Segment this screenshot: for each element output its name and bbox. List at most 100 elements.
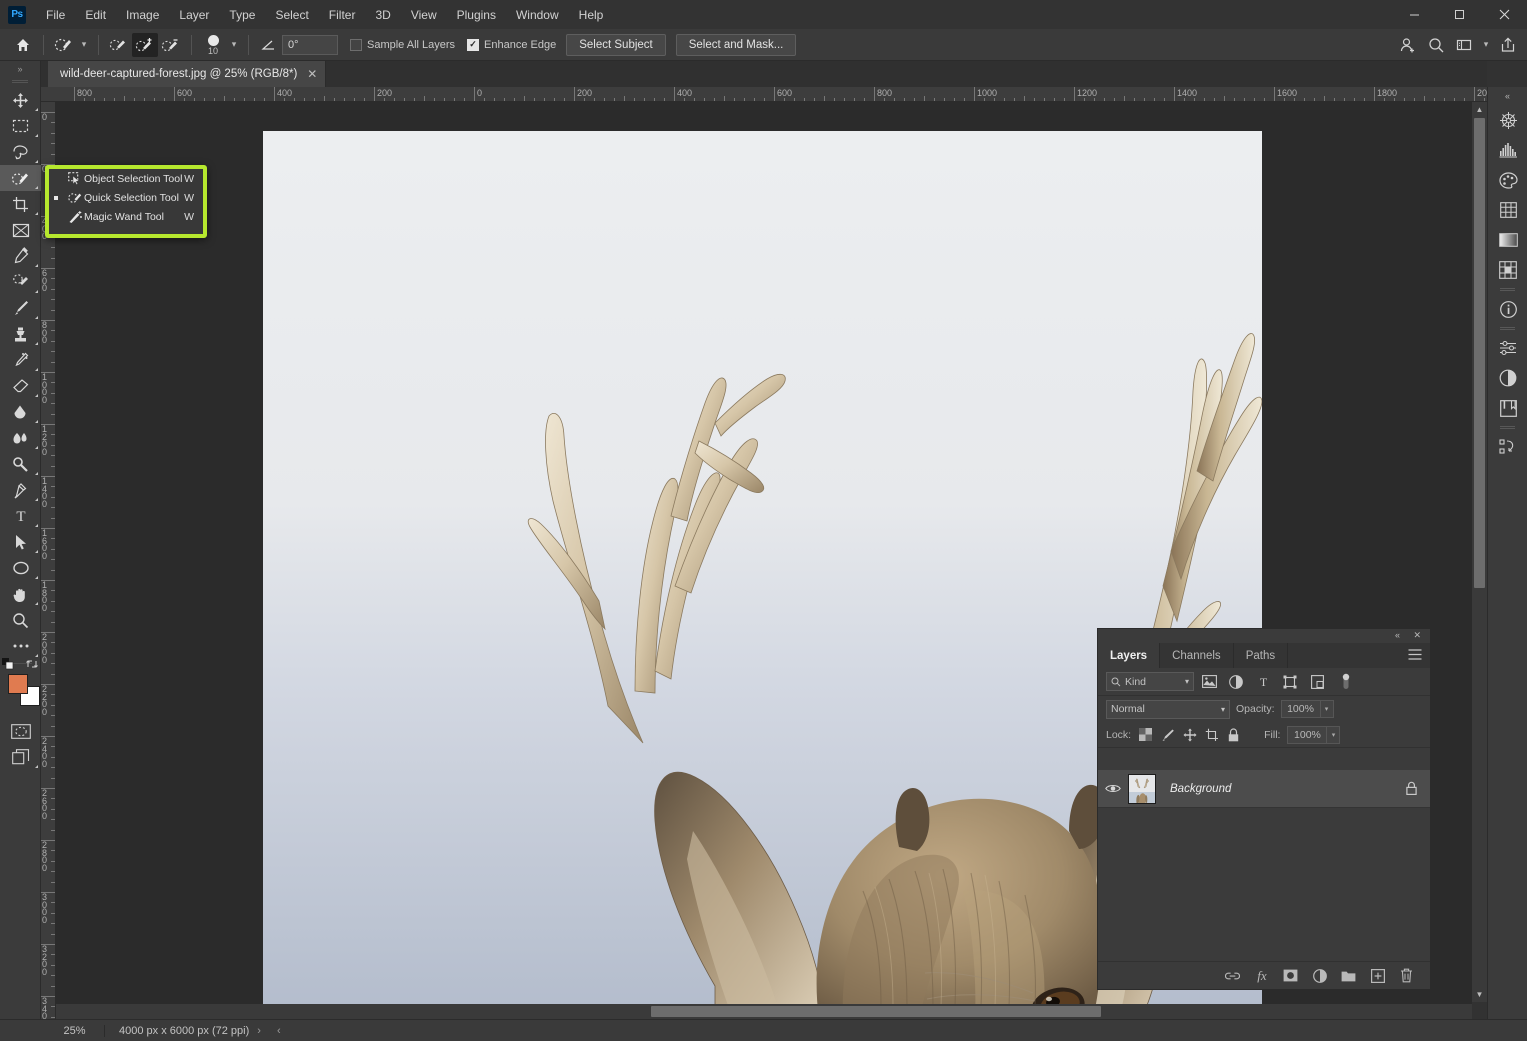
default-colors-icon[interactable]: [2, 658, 14, 670]
selection-new-icon[interactable]: [106, 33, 132, 57]
close-button[interactable]: [1482, 0, 1527, 29]
menu-select[interactable]: Select: [265, 5, 318, 25]
add-layer-mask-icon[interactable]: [1283, 967, 1298, 985]
menu-help[interactable]: Help: [569, 5, 614, 25]
workspace-chevron-down-icon[interactable]: ▾: [1479, 39, 1493, 50]
brush-size-preview[interactable]: 10: [199, 34, 227, 55]
crop-tool[interactable]: [0, 191, 41, 217]
canvas-vertical-scrollbar[interactable]: ▲ ▼: [1472, 102, 1487, 1002]
foreground-color-swatch[interactable]: [8, 674, 28, 694]
dodge-tool[interactable]: [0, 451, 41, 477]
link-layers-icon[interactable]: [1225, 967, 1240, 985]
menu-file[interactable]: File: [36, 5, 75, 25]
flyout-item-quick-selection-tool[interactable]: Quick Selection Tool W: [49, 188, 203, 207]
filter-kind-select[interactable]: Kind ▾: [1106, 672, 1194, 691]
swap-colors-icon[interactable]: [26, 658, 38, 670]
maximize-button[interactable]: [1437, 0, 1482, 29]
layer-name[interactable]: Background: [1170, 783, 1231, 795]
color-wheel-icon[interactable]: [1488, 105, 1527, 135]
search-icon[interactable]: [1423, 32, 1449, 58]
tool-preset-quick-selection-icon[interactable]: [51, 33, 77, 57]
horizontal-ruler[interactable]: 800 600 400 200 0 200 400 600 800 1000 1200 1400 160…: [41, 87, 1487, 102]
horizontal-scrollbar-thumb[interactable]: [651, 1006, 1101, 1017]
menu-plugins[interactable]: Plugins: [447, 5, 506, 25]
tool-preset-chevron-down-icon[interactable]: ▾: [77, 39, 91, 50]
panel-close-icon[interactable]: ✕: [1413, 630, 1421, 641]
filter-smart-object-icon[interactable]: [1305, 671, 1329, 693]
edit-toolbar-tool[interactable]: [0, 633, 41, 659]
filter-type-icon[interactable]: T: [1251, 671, 1275, 693]
toolbar-grip[interactable]: [0, 77, 40, 87]
enhance-edge-checkbox[interactable]: ✓: [467, 38, 480, 51]
gradients-icon[interactable]: [1488, 225, 1527, 255]
minimize-button[interactable]: [1392, 0, 1437, 29]
workspace-icon[interactable]: [1451, 32, 1477, 58]
lasso-tool[interactable]: [0, 139, 41, 165]
fill-value[interactable]: 100%: [1287, 725, 1328, 744]
delete-layer-icon[interactable]: [1399, 967, 1414, 985]
chevron-down-icon[interactable]: ▾: [1221, 705, 1225, 714]
properties-grid-icon[interactable]: [1488, 195, 1527, 225]
hand-tool[interactable]: [0, 581, 41, 607]
path-selection-tool[interactable]: [0, 529, 41, 555]
ellipse-tool[interactable]: [0, 555, 41, 581]
menu-type[interactable]: Type: [219, 5, 265, 25]
history-brush-tool[interactable]: [0, 347, 41, 373]
close-icon[interactable]: ✕: [307, 67, 317, 81]
zoom-level[interactable]: 25%: [45, 1024, 105, 1037]
quick-mask-icon[interactable]: [0, 718, 41, 744]
angle-field[interactable]: 0°: [282, 34, 338, 55]
panel-collapse-icon[interactable]: «: [1395, 630, 1400, 640]
lock-transparency-icon[interactable]: [1138, 727, 1153, 743]
dock-collapse-button[interactable]: «: [1488, 87, 1527, 105]
select-and-mask-button[interactable]: Select and Mask...: [675, 33, 797, 56]
layers-list[interactable]: Background: [1098, 770, 1430, 961]
lock-all-icon[interactable]: [1226, 727, 1241, 743]
share-icon[interactable]: [1495, 32, 1521, 58]
pen-tool[interactable]: [0, 477, 41, 503]
sample-all-layers-checkbox[interactable]: [350, 38, 362, 51]
new-group-icon[interactable]: [1341, 967, 1356, 985]
quick-selection-tool[interactable]: [0, 165, 41, 191]
filter-adjustment-icon[interactable]: [1224, 671, 1248, 693]
layer-lock-icon[interactable]: [1405, 781, 1418, 796]
lock-image-icon[interactable]: [1160, 727, 1175, 743]
patterns-icon[interactable]: [1488, 255, 1527, 285]
select-subject-button[interactable]: Select Subject: [566, 33, 666, 56]
flyout-item-object-selection-tool[interactable]: Object Selection Tool W: [49, 169, 203, 188]
layer-visibility-icon[interactable]: [1098, 783, 1128, 794]
gradient-tool[interactable]: [0, 399, 41, 425]
add-user-icon[interactable]: [1395, 32, 1421, 58]
horizontal-type-tool[interactable]: T: [0, 503, 41, 529]
add-layer-style-icon[interactable]: fx: [1254, 967, 1269, 985]
frame-tool[interactable]: [0, 217, 41, 243]
menu-window[interactable]: Window: [506, 5, 569, 25]
eraser-tool[interactable]: [0, 373, 41, 399]
toolbar-expand-button[interactable]: »: [0, 61, 40, 77]
tab-paths[interactable]: Paths: [1234, 643, 1289, 668]
status-expand-icon[interactable]: ›: [249, 1025, 269, 1037]
zoom-tool[interactable]: [0, 607, 41, 633]
enhance-edge-option[interactable]: ✓ Enhance Edge: [467, 38, 556, 51]
table-row[interactable]: Background: [1098, 770, 1430, 808]
brush-chevron-down-icon[interactable]: ▾: [227, 39, 241, 50]
info-icon[interactable]: [1488, 294, 1527, 324]
flyout-item-magic-wand-tool[interactable]: Magic Wand Tool W: [49, 207, 203, 226]
menu-filter[interactable]: Filter: [319, 5, 366, 25]
spot-healing-brush-tool[interactable]: [0, 269, 41, 295]
swatches-icon[interactable]: [1488, 165, 1527, 195]
histogram-icon[interactable]: [1488, 135, 1527, 165]
lock-artboard-icon[interactable]: [1204, 727, 1219, 743]
canvas-horizontal-scrollbar[interactable]: [56, 1004, 1472, 1019]
menu-3d[interactable]: 3D: [365, 5, 400, 25]
rectangular-marquee-tool[interactable]: [0, 113, 41, 139]
tool-flyout-menu[interactable]: Object Selection Tool W Quick Selection …: [45, 165, 207, 238]
scroll-down-icon[interactable]: ▼: [1472, 987, 1487, 1002]
blur-tool[interactable]: [0, 425, 41, 451]
vertical-scrollbar-thumb[interactable]: [1474, 118, 1485, 588]
menu-layer[interactable]: Layer: [169, 5, 219, 25]
lock-position-icon[interactable]: [1182, 727, 1197, 743]
chevron-down-icon[interactable]: ▾: [1185, 677, 1189, 686]
brush-tool[interactable]: [0, 295, 41, 321]
move-tool[interactable]: [0, 87, 41, 113]
